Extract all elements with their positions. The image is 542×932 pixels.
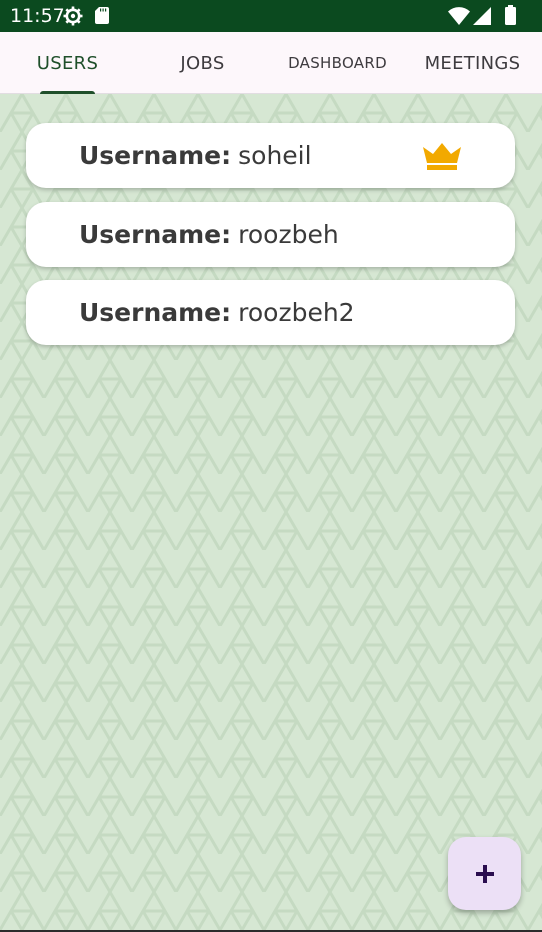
tab-jobs[interactable]: JOBS xyxy=(135,32,270,94)
username-label: Username: xyxy=(79,141,232,170)
crown-icon xyxy=(423,143,461,170)
plus-icon xyxy=(475,864,494,883)
tab-users[interactable]: USERS xyxy=(0,32,135,94)
username-value: soheil xyxy=(238,141,312,170)
user-card[interactable]: Username: roozbeh xyxy=(26,202,515,267)
username-value: roozbeh xyxy=(238,220,339,249)
battery-icon xyxy=(505,5,516,25)
username-label: Username: xyxy=(79,298,232,327)
status-icons xyxy=(422,0,542,32)
tab-bar: USERS JOBS DASHBOARD MEETINGS xyxy=(0,32,542,94)
add-user-button[interactable] xyxy=(448,837,521,910)
user-card-text: Username: roozbeh2 xyxy=(79,280,355,345)
user-card[interactable]: Username: soheil xyxy=(26,123,515,188)
signal-icon xyxy=(473,7,491,25)
sd-card-icon xyxy=(95,7,109,24)
tab-dashboard[interactable]: DASHBOARD xyxy=(270,32,405,94)
username-value: roozbeh2 xyxy=(238,298,355,327)
status-time: 11:57 xyxy=(10,5,65,27)
wifi-icon xyxy=(448,7,470,25)
user-card[interactable]: Username: roozbeh2 xyxy=(26,280,515,345)
user-card-text: Username: soheil xyxy=(79,123,312,188)
tab-meetings[interactable]: MEETINGS xyxy=(405,32,540,94)
user-list[interactable]: Username: soheil Username: roozbeh Usern… xyxy=(0,94,542,930)
gear-icon xyxy=(63,6,83,26)
user-card-text: Username: roozbeh xyxy=(79,202,339,267)
username-label: Username: xyxy=(79,220,232,249)
status-bar: 11:57 xyxy=(0,0,542,32)
